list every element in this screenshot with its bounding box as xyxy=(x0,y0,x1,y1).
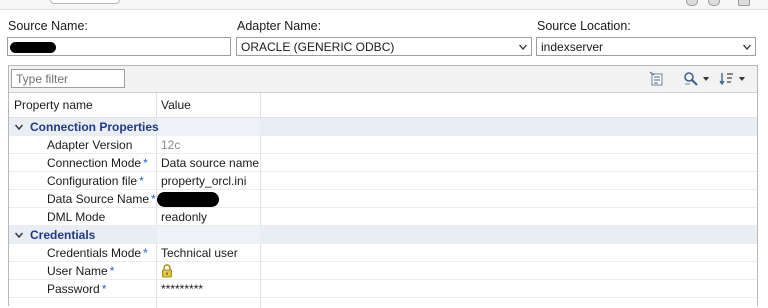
redaction-mark xyxy=(10,42,56,53)
window-control-icon[interactable] xyxy=(708,0,720,6)
dropdown-arrow-icon xyxy=(739,77,745,81)
property-value[interactable]: property_orcl.ini xyxy=(161,172,246,190)
table-row[interactable]: Password * ********* xyxy=(9,280,757,298)
filter-tools-button[interactable] xyxy=(683,69,710,89)
required-marker: * xyxy=(139,174,144,188)
show-categories-icon xyxy=(649,71,663,86)
property-name: DML Mode xyxy=(47,210,106,224)
category-label: Connection Properties xyxy=(30,120,159,134)
column-header-property-name[interactable]: Property name xyxy=(9,93,93,118)
type-filter-input[interactable]: Type filter xyxy=(11,69,125,88)
window-control-icon[interactable] xyxy=(686,0,698,6)
window-control-icon[interactable] xyxy=(738,0,750,6)
category-row-credentials[interactable]: Credentials xyxy=(9,226,757,244)
property-name: User Name xyxy=(47,264,108,278)
source-name-input[interactable] xyxy=(7,37,231,56)
property-name: Credentials Mode xyxy=(47,246,142,260)
property-name: Adapter Version xyxy=(47,138,133,152)
required-marker: * xyxy=(101,282,107,296)
property-value[interactable]: Technical user xyxy=(161,244,238,262)
property-name: Configuration file xyxy=(47,174,138,188)
adapter-name-select[interactable]: ORACLE (GENERIC ODBC) xyxy=(236,37,532,56)
redaction-mark xyxy=(157,192,219,207)
properties-panel: Type filter Property name Value Connecti… xyxy=(8,65,758,308)
required-marker: * xyxy=(143,246,148,260)
category-row-connection-properties[interactable]: Connection Properties xyxy=(9,118,757,136)
property-name: Connection Mode xyxy=(47,156,142,170)
table-row[interactable]: Adapter Version 12c xyxy=(9,136,757,154)
lock-icon xyxy=(162,264,172,278)
filter-tools-icon xyxy=(684,72,698,86)
window-top-strip xyxy=(0,0,768,10)
chevron-down-icon xyxy=(743,44,751,50)
chevron-down-icon[interactable] xyxy=(15,231,23,239)
property-value[interactable] xyxy=(161,262,173,280)
property-name: Password xyxy=(47,282,100,296)
property-value[interactable]: readonly xyxy=(161,208,207,226)
required-marker: * xyxy=(151,192,156,206)
table-row[interactable]: Connection Mode * Data source name xyxy=(9,154,757,172)
category-label: Credentials xyxy=(30,228,96,242)
show-categories-button[interactable] xyxy=(649,69,665,89)
sort-icon xyxy=(719,73,733,86)
table-row[interactable]: User Name * xyxy=(9,262,757,280)
table-row[interactable]: Data Source Name * xyxy=(9,190,757,208)
table-row[interactable]: Configuration file * property_orcl.ini xyxy=(9,172,757,190)
cut-off-title-tab xyxy=(50,0,120,4)
category-value-cell xyxy=(157,226,260,244)
property-table: Property name Value Connection Propertie… xyxy=(9,92,757,308)
property-value[interactable]: ********* xyxy=(161,280,203,298)
source-name-label: Source Name: xyxy=(8,19,88,33)
chevron-down-icon[interactable] xyxy=(15,123,23,131)
required-marker: * xyxy=(109,264,115,278)
dropdown-arrow-icon xyxy=(703,77,709,81)
required-marker: * xyxy=(143,156,148,170)
table-row[interactable]: DML Mode readonly xyxy=(9,208,757,226)
column-header-value[interactable]: Value xyxy=(156,93,191,118)
sort-button[interactable] xyxy=(719,69,746,89)
source-location-label: Source Location: xyxy=(537,19,631,33)
property-name: Data Source Name xyxy=(47,192,150,206)
table-header: Property name Value xyxy=(9,93,757,118)
property-value[interactable]: 12c xyxy=(161,136,180,154)
adapter-name-label: Adapter Name: xyxy=(237,19,322,33)
source-location-value: indexserver xyxy=(541,40,604,54)
source-location-select[interactable]: indexserver xyxy=(536,37,756,56)
property-value[interactable]: Data source name xyxy=(161,154,259,172)
category-value-cell xyxy=(157,118,260,136)
adapter-name-value: ORACLE (GENERIC ODBC) xyxy=(241,40,395,54)
table-row[interactable]: Credentials Mode * Technical user xyxy=(9,244,757,262)
chevron-down-icon xyxy=(519,44,527,50)
